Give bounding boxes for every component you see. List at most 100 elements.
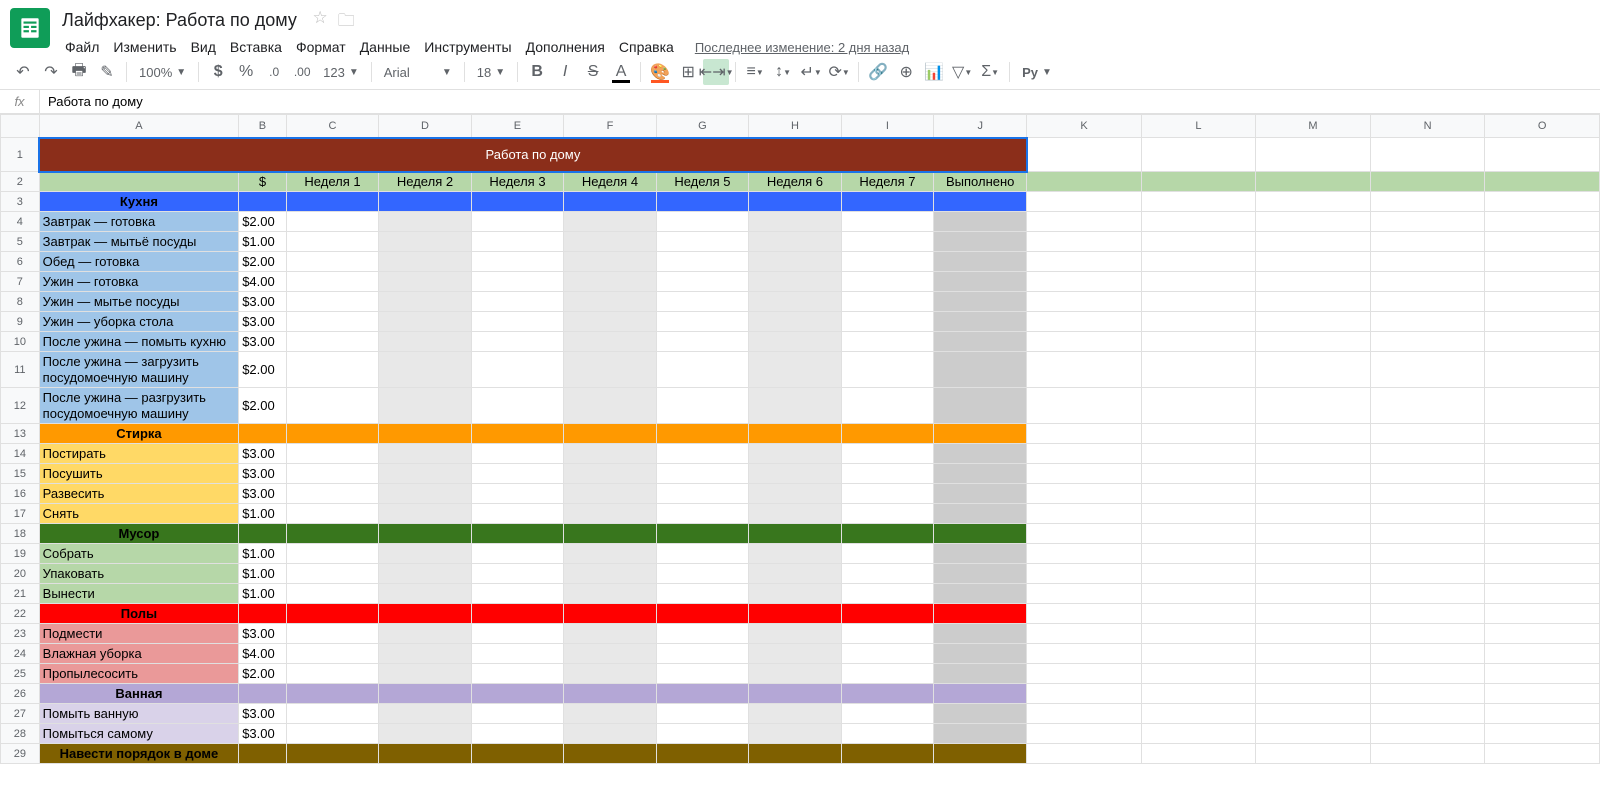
- week-cell[interactable]: [841, 312, 933, 332]
- week-cell[interactable]: [564, 464, 656, 484]
- week-cell[interactable]: [286, 232, 378, 252]
- borders-button[interactable]: ⊞: [675, 59, 701, 85]
- cell[interactable]: [1485, 744, 1600, 764]
- cell[interactable]: [1370, 644, 1485, 664]
- cell[interactable]: [1370, 138, 1485, 172]
- spreadsheet-grid[interactable]: ABCDEFGHIJKLMNO1Работа по дому2$Неделя 1…: [0, 114, 1600, 784]
- task-price[interactable]: $1.00: [239, 564, 287, 584]
- done-cell[interactable]: [934, 624, 1027, 644]
- cell[interactable]: [1027, 232, 1142, 252]
- task-price[interactable]: $3.00: [239, 704, 287, 724]
- cell[interactable]: [1485, 644, 1600, 664]
- category-label[interactable]: Кухня: [39, 192, 239, 212]
- week-cell[interactable]: [749, 544, 841, 564]
- cell[interactable]: [1370, 584, 1485, 604]
- cell[interactable]: [1485, 624, 1600, 644]
- week-cell[interactable]: [656, 504, 748, 524]
- cell[interactable]: [1370, 464, 1485, 484]
- week-cell[interactable]: [471, 272, 563, 292]
- cell[interactable]: [1256, 684, 1371, 704]
- cell[interactable]: [564, 524, 656, 544]
- cell[interactable]: [1485, 352, 1600, 388]
- col-header-F[interactable]: F: [564, 115, 656, 138]
- col-header-G[interactable]: G: [656, 115, 748, 138]
- week-cell[interactable]: [749, 584, 841, 604]
- header-week[interactable]: Неделя 7: [841, 172, 933, 192]
- task-price[interactable]: $1.00: [239, 584, 287, 604]
- week-cell[interactable]: [379, 644, 471, 664]
- week-cell[interactable]: [841, 704, 933, 724]
- cell[interactable]: [471, 604, 563, 624]
- task-label[interactable]: Упаковать: [39, 564, 239, 584]
- cell[interactable]: [749, 192, 841, 212]
- week-cell[interactable]: [379, 332, 471, 352]
- cell[interactable]: [934, 524, 1027, 544]
- week-cell[interactable]: [749, 564, 841, 584]
- cell[interactable]: [1256, 172, 1371, 192]
- week-cell[interactable]: [749, 484, 841, 504]
- row-header[interactable]: 14: [1, 444, 40, 464]
- row-header[interactable]: 10: [1, 332, 40, 352]
- week-cell[interactable]: [471, 332, 563, 352]
- week-cell[interactable]: [564, 504, 656, 524]
- cell[interactable]: [379, 524, 471, 544]
- row-header[interactable]: 6: [1, 252, 40, 272]
- cell[interactable]: [1141, 292, 1255, 312]
- row-header[interactable]: 29: [1, 744, 40, 764]
- cell[interactable]: [379, 192, 471, 212]
- week-cell[interactable]: [841, 504, 933, 524]
- week-cell[interactable]: [286, 312, 378, 332]
- cell[interactable]: [1141, 504, 1255, 524]
- cell[interactable]: [1485, 484, 1600, 504]
- cell[interactable]: [1027, 332, 1142, 352]
- cell[interactable]: [1370, 312, 1485, 332]
- cell[interactable]: [1370, 232, 1485, 252]
- merge-cells-button[interactable]: ⇤⇥▼: [703, 59, 729, 85]
- week-cell[interactable]: [471, 544, 563, 564]
- cell[interactable]: [1141, 332, 1255, 352]
- text-rotate-button[interactable]: ⟳▼: [826, 59, 852, 85]
- week-cell[interactable]: [471, 624, 563, 644]
- cell[interactable]: [656, 424, 748, 444]
- category-label[interactable]: Стирка: [39, 424, 239, 444]
- cell[interactable]: [471, 684, 563, 704]
- cell[interactable]: [1141, 724, 1255, 744]
- week-cell[interactable]: [841, 388, 933, 424]
- cell[interactable]: [1027, 352, 1142, 388]
- paint-format-button[interactable]: ✎: [94, 59, 120, 85]
- cell[interactable]: [1256, 232, 1371, 252]
- week-cell[interactable]: [749, 272, 841, 292]
- week-cell[interactable]: [841, 724, 933, 744]
- cell[interactable]: [286, 424, 378, 444]
- col-header-N[interactable]: N: [1370, 115, 1485, 138]
- week-cell[interactable]: [471, 444, 563, 464]
- week-cell[interactable]: [286, 704, 378, 724]
- task-label[interactable]: Влажная уборка: [39, 644, 239, 664]
- done-cell[interactable]: [934, 544, 1027, 564]
- week-cell[interactable]: [471, 464, 563, 484]
- done-cell[interactable]: [934, 464, 1027, 484]
- week-cell[interactable]: [841, 484, 933, 504]
- task-label[interactable]: Подмести: [39, 624, 239, 644]
- cell[interactable]: [1256, 724, 1371, 744]
- week-cell[interactable]: [286, 624, 378, 644]
- cell[interactable]: [1485, 212, 1600, 232]
- cell[interactable]: [39, 172, 239, 192]
- task-label[interactable]: Ужин — уборка стола: [39, 312, 239, 332]
- language-input-button[interactable]: Ру▼: [1016, 65, 1058, 80]
- cell[interactable]: [934, 604, 1027, 624]
- task-label[interactable]: Ужин — готовка: [39, 272, 239, 292]
- row-header[interactable]: 27: [1, 704, 40, 724]
- percent-button[interactable]: %: [233, 59, 259, 85]
- cell[interactable]: [239, 684, 287, 704]
- row-header[interactable]: 18: [1, 524, 40, 544]
- cell[interactable]: [379, 604, 471, 624]
- task-label[interactable]: После ужина — разгрузить посудомоечную м…: [39, 388, 239, 424]
- cell[interactable]: [1027, 388, 1142, 424]
- cell[interactable]: [1485, 388, 1600, 424]
- week-cell[interactable]: [749, 704, 841, 724]
- cell[interactable]: [1370, 664, 1485, 684]
- week-cell[interactable]: [564, 312, 656, 332]
- col-header-L[interactable]: L: [1141, 115, 1255, 138]
- header-done[interactable]: Выполнено: [934, 172, 1027, 192]
